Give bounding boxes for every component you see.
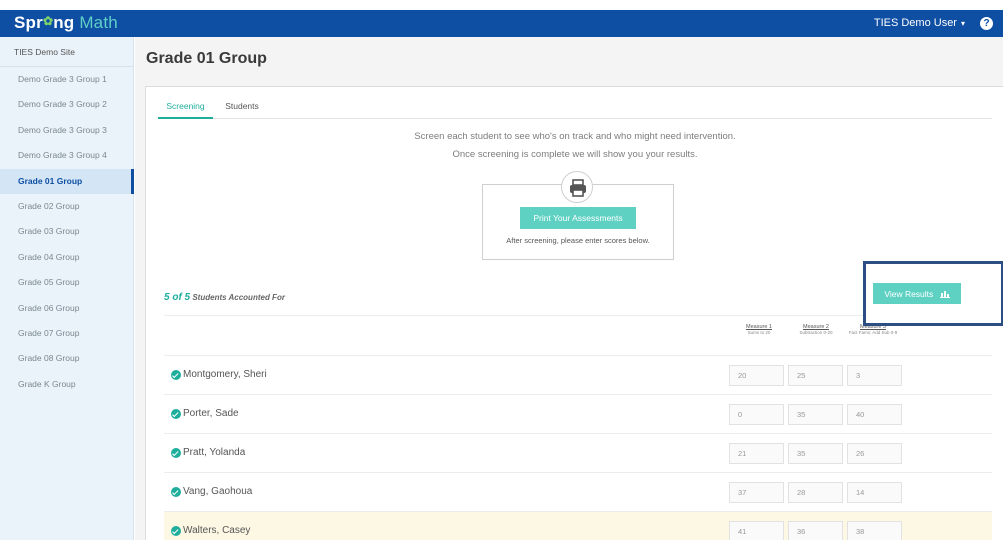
bar-chart-icon bbox=[939, 290, 950, 298]
after-screening-note: After screening, please enter scores bel… bbox=[506, 236, 650, 245]
sidebar-item-grade-03-group[interactable]: Grade 03 Group bbox=[0, 219, 133, 244]
sidebar-item-grade-01-group[interactable]: Grade 01 Group bbox=[0, 168, 134, 195]
score-input-measure-1[interactable]: 37 bbox=[729, 482, 784, 503]
student-name[interactable]: Porter, Sade bbox=[183, 408, 239, 419]
check-circle-icon bbox=[171, 487, 181, 497]
leaf-icon: ✿ bbox=[42, 14, 54, 28]
score-input-measure-2[interactable]: 35 bbox=[788, 443, 843, 464]
sidebar-item-demo-grade-3-group-4[interactable]: Demo Grade 3 Group 4 bbox=[0, 143, 133, 168]
screening-panel: Screening Students Screen each student t… bbox=[145, 86, 1003, 540]
sidebar-item-grade-02-group[interactable]: Grade 02 Group bbox=[0, 194, 133, 219]
score-input-measure-2[interactable]: 35 bbox=[788, 404, 843, 425]
students-accounted-for: 5 of 5 Students Accounted For bbox=[164, 292, 285, 303]
score-input-measure-3[interactable]: 14 bbox=[847, 482, 902, 503]
score-input-measure-1[interactable]: 21 bbox=[729, 443, 784, 464]
check-circle-icon bbox=[171, 370, 181, 380]
score-input-measure-1[interactable]: 0 bbox=[729, 404, 784, 425]
score-input-measure-1[interactable]: 20 bbox=[729, 365, 784, 386]
sidebar-item-grade-k-group[interactable]: Grade K Group bbox=[0, 372, 133, 397]
sidebar-item-demo-grade-3-group-2[interactable]: Demo Grade 3 Group 2 bbox=[0, 92, 133, 117]
sidebar: TIES Demo Site Demo Grade 3 Group 1 Demo… bbox=[0, 37, 134, 540]
printer-icon bbox=[561, 171, 593, 203]
student-name[interactable]: Vang, Gaohoua bbox=[183, 486, 252, 497]
check-circle-icon bbox=[171, 448, 181, 458]
student-row: Vang, Gaohoua 37 28 14 bbox=[164, 472, 992, 511]
accounted-count: 5 of 5 bbox=[164, 292, 191, 303]
tab-bar: Screening Students bbox=[158, 101, 992, 119]
top-navbar: Spr✿ng Math TIES Demo User ▾ ? bbox=[0, 10, 1003, 37]
score-input-measure-3[interactable]: 3 bbox=[847, 365, 902, 386]
sidebar-item-grade-07-group[interactable]: Grade 07 Group bbox=[0, 321, 133, 346]
sidebar-item-grade-08-group[interactable]: Grade 08 Group bbox=[0, 346, 133, 371]
intro-line-2: Once screening is complete we will show … bbox=[452, 149, 698, 160]
print-assessments-button[interactable]: Print Your Assessments bbox=[520, 207, 636, 229]
measure-1-header[interactable]: Measure 1 Sums to 20 bbox=[729, 324, 789, 336]
student-row: Porter, Sade 0 35 40 bbox=[164, 394, 992, 433]
check-circle-icon bbox=[171, 526, 181, 536]
spring-math-logo[interactable]: Spr✿ng Math bbox=[14, 13, 118, 33]
sidebar-item-demo-grade-3-group-3[interactable]: Demo Grade 3 Group 3 bbox=[0, 118, 133, 143]
score-input-measure-2[interactable]: 28 bbox=[788, 482, 843, 503]
score-input-measure-1[interactable]: 41 bbox=[729, 521, 784, 540]
site-name: TIES Demo Site bbox=[0, 37, 133, 67]
tab-screening[interactable]: Screening bbox=[158, 101, 213, 119]
tab-students[interactable]: Students bbox=[220, 101, 264, 119]
score-input-measure-2[interactable]: 25 bbox=[788, 365, 843, 386]
student-row: Montgomery, Sheri 20 25 3 bbox=[164, 355, 992, 394]
sidebar-item-grade-05-group[interactable]: Grade 05 Group bbox=[0, 270, 133, 295]
main-content: Grade 01 Group Screening Students Screen… bbox=[135, 37, 1003, 540]
student-name[interactable]: Pratt, Yolanda bbox=[183, 447, 245, 458]
sidebar-item-grade-06-group[interactable]: Grade 06 Group bbox=[0, 296, 133, 321]
caret-down-icon: ▾ bbox=[960, 19, 965, 28]
student-name[interactable]: Montgomery, Sheri bbox=[183, 369, 267, 380]
student-row: Walters, Casey 41 36 38 bbox=[164, 511, 992, 540]
score-input-measure-3[interactable]: 26 bbox=[847, 443, 902, 464]
student-row: Pratt, Yolanda 21 35 26 bbox=[164, 433, 992, 472]
sidebar-item-demo-grade-3-group-1[interactable]: Demo Grade 3 Group 1 bbox=[0, 67, 133, 92]
top-margin bbox=[0, 0, 1003, 10]
user-menu[interactable]: TIES Demo User ▾ bbox=[874, 17, 965, 29]
intro-line-1: Screen each student to see who's on trac… bbox=[414, 131, 736, 142]
measure-2-header[interactable]: Measure 2 Subtraction 0-20 bbox=[786, 324, 846, 336]
score-input-measure-2[interactable]: 36 bbox=[788, 521, 843, 540]
score-input-measure-3[interactable]: 40 bbox=[847, 404, 902, 425]
page-title: Grade 01 Group bbox=[146, 50, 267, 67]
view-results-button[interactable]: View Results bbox=[873, 283, 961, 304]
help-icon[interactable]: ? bbox=[980, 17, 993, 30]
check-circle-icon bbox=[171, 409, 181, 419]
sidebar-item-grade-04-group[interactable]: Grade 04 Group bbox=[0, 245, 133, 270]
student-name[interactable]: Walters, Casey bbox=[183, 525, 250, 536]
score-input-measure-3[interactable]: 38 bbox=[847, 521, 902, 540]
